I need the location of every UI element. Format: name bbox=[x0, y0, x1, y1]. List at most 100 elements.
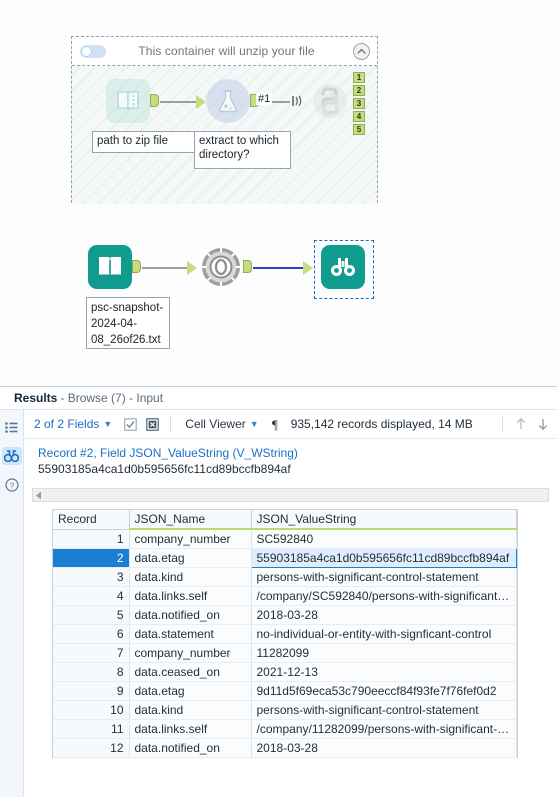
fields-dropdown[interactable]: 2 of 2 Fields ▼ bbox=[30, 417, 116, 431]
cell-json-value[interactable]: /company/SC592840/persons-with-significa… bbox=[251, 586, 517, 606]
cell-json-name[interactable]: data.notified_on bbox=[129, 738, 252, 758]
cell-record[interactable]: 11 bbox=[53, 719, 130, 739]
annotation-lower-input: psc-snapshot- 2024-04- 08_26of26.txt bbox=[86, 297, 170, 349]
column-header-record[interactable]: Record bbox=[53, 510, 130, 530]
input-data-tool[interactable] bbox=[106, 79, 159, 123]
arrow-down-icon[interactable] bbox=[535, 416, 551, 432]
svg-text:¶: ¶ bbox=[272, 417, 278, 431]
cell-json-value[interactable]: 9d11d5f69eca53c790eeccf84f93fe7f76fef0d2 bbox=[251, 681, 517, 701]
json-parse-tool[interactable] bbox=[199, 245, 252, 289]
table-row[interactable]: 3 data.kind persons-with-significant-con… bbox=[53, 567, 517, 587]
cell-record[interactable]: 5 bbox=[53, 605, 130, 625]
browse-icon[interactable] bbox=[1, 447, 22, 465]
output-anchor-1[interactable]: 1 bbox=[353, 72, 365, 83]
results-subtitle: - Browse (7) - Input bbox=[60, 391, 164, 405]
cell-record[interactable]: 7 bbox=[53, 643, 130, 663]
connection-wire[interactable] bbox=[278, 101, 290, 103]
cell-json-name[interactable]: data.kind bbox=[129, 567, 252, 587]
column-header-json-name[interactable]: JSON_Name bbox=[129, 510, 252, 530]
checkbox-x-icon[interactable] bbox=[144, 416, 160, 432]
cell-json-name[interactable]: data.ceased_on bbox=[129, 662, 252, 682]
cell-json-value[interactable]: 2021-12-13 bbox=[251, 662, 517, 682]
table-row[interactable]: 8 data.ceased_on 2021-12-13 bbox=[53, 662, 517, 682]
triangle-left-icon[interactable] bbox=[33, 489, 45, 501]
connection-wire[interactable] bbox=[142, 267, 190, 269]
connection-wire[interactable] bbox=[160, 101, 198, 103]
table-row[interactable]: 4 data.links.self /company/SC592840/pers… bbox=[53, 586, 517, 606]
table-row[interactable]: 5 data.notified_on 2018-03-28 bbox=[53, 605, 517, 625]
output-anchor-2[interactable]: 2 bbox=[353, 85, 365, 96]
output-anchor[interactable] bbox=[243, 260, 252, 273]
cell-record[interactable]: 4 bbox=[53, 586, 130, 606]
cell-record[interactable]: 10 bbox=[53, 700, 130, 720]
help-icon[interactable]: ? bbox=[2, 476, 22, 494]
container-disable-toggle[interactable] bbox=[80, 44, 106, 58]
python-output-anchors[interactable]: 1 2 3 4 5 bbox=[353, 72, 365, 135]
cell-json-name[interactable]: data.statement bbox=[129, 624, 252, 644]
column-header-json-valuestring[interactable]: JSON_ValueString bbox=[251, 510, 517, 530]
gear-icon bbox=[199, 245, 243, 289]
table-row[interactable]: 11 data.links.self /company/11282099/per… bbox=[53, 719, 517, 739]
cell-viewer-header: Record #2, Field JSON_ValueString (V_WSt… bbox=[38, 446, 298, 460]
output-anchor-3[interactable]: 3 bbox=[353, 98, 365, 109]
input-anchor[interactable] bbox=[187, 261, 197, 275]
output-anchor-5[interactable]: 5 bbox=[353, 124, 365, 135]
cell-json-value[interactable]: no-individual-or-entity-with-signficant-… bbox=[251, 624, 517, 644]
cell-json-name[interactable]: company_number bbox=[129, 643, 252, 663]
chevron-up-icon[interactable] bbox=[353, 42, 370, 60]
cell-json-name[interactable]: data.links.self bbox=[129, 586, 252, 606]
table-row-selected[interactable]: 2 data.etag 55903185a4ca1d0b595656fc11cd… bbox=[53, 547, 517, 568]
table-row[interactable]: 9 data.etag 9d11d5f69eca53c790eeccf84f93… bbox=[53, 681, 517, 701]
tool-container-header: This container will unzip your file bbox=[72, 37, 377, 66]
cell-record[interactable]: 9 bbox=[53, 681, 130, 701]
cell-json-value[interactable]: persons-with-significant-control-stateme… bbox=[251, 567, 517, 587]
cell-json-value[interactable]: SC592840 bbox=[251, 529, 517, 549]
table-row[interactable]: 12 data.notified_on 2018-03-28 bbox=[53, 738, 517, 758]
arrow-up-icon[interactable] bbox=[513, 416, 529, 432]
table-row[interactable]: 1 company_number SC592840 bbox=[53, 529, 517, 549]
cell-record[interactable]: 12 bbox=[53, 738, 130, 758]
table-row[interactable]: 6 data.statement no-individual-or-entity… bbox=[53, 624, 517, 644]
cell-json-value[interactable]: persons-with-significant-control-stateme… bbox=[251, 700, 517, 720]
tool-container[interactable]: This container will unzip your file #1 1… bbox=[71, 36, 378, 204]
list-view-icon[interactable] bbox=[2, 418, 22, 436]
cell-json-name[interactable]: company_number bbox=[129, 529, 252, 549]
output-anchor[interactable] bbox=[150, 94, 159, 107]
checkbox-checked-icon[interactable] bbox=[122, 416, 138, 432]
input-anchor[interactable] bbox=[303, 261, 313, 275]
input-anchor[interactable] bbox=[196, 95, 206, 109]
cell-viewer-dropdown[interactable]: Cell Viewer ▼ bbox=[181, 417, 262, 431]
output-anchor[interactable] bbox=[132, 260, 141, 273]
workflow-canvas[interactable]: This container will unzip your file #1 1… bbox=[0, 0, 557, 386]
output-anchor-4[interactable]: 4 bbox=[353, 111, 365, 122]
pilcrow-icon[interactable]: ¶ bbox=[269, 416, 285, 432]
cell-record[interactable]: 6 bbox=[53, 624, 130, 644]
book-icon bbox=[106, 79, 150, 123]
results-rail: ? bbox=[0, 410, 24, 797]
cell-json-name[interactable]: data.kind bbox=[129, 700, 252, 720]
cell-json-name[interactable]: data.links.self bbox=[129, 719, 252, 739]
table-row[interactable]: 7 company_number 11282099 bbox=[53, 643, 517, 663]
tool-container-body[interactable]: #1 1 2 3 4 5 path to zip file extract to… bbox=[72, 66, 377, 204]
table-row[interactable]: 10 data.kind persons-with-significant-co… bbox=[53, 700, 517, 720]
cell-json-value-selected[interactable]: 55903185a4ca1d0b595656fc11cd89bccfb894af bbox=[250, 547, 517, 568]
cell-record[interactable]: 1 bbox=[53, 529, 130, 549]
python-tool[interactable] bbox=[308, 79, 352, 123]
cell-json-value[interactable]: /company/11282099/persons-with-significa… bbox=[251, 719, 517, 739]
cell-json-name[interactable]: data.etag bbox=[129, 681, 252, 701]
cell-json-value[interactable]: 2018-03-28 bbox=[251, 605, 517, 625]
browse-tool[interactable] bbox=[321, 245, 365, 289]
cell-json-value[interactable]: 2018-03-28 bbox=[251, 738, 517, 758]
cell-record[interactable]: 2 bbox=[53, 548, 130, 568]
chevron-down-icon: ▼ bbox=[249, 419, 259, 429]
input-data-tool-lower[interactable] bbox=[88, 245, 141, 289]
cell-json-name[interactable]: data.notified_on bbox=[129, 605, 252, 625]
results-grid[interactable]: Record JSON_Name JSON_ValueString 1 comp… bbox=[52, 509, 518, 758]
cell-json-name[interactable]: data.etag bbox=[129, 548, 252, 568]
cell-record[interactable]: 3 bbox=[53, 567, 130, 587]
cell-record[interactable]: 8 bbox=[53, 662, 130, 682]
run-command-tool[interactable] bbox=[206, 79, 259, 123]
connection-wire-selected[interactable] bbox=[253, 267, 307, 269]
horizontal-scrollbar[interactable] bbox=[32, 488, 549, 502]
cell-json-value[interactable]: 11282099 bbox=[251, 643, 517, 663]
